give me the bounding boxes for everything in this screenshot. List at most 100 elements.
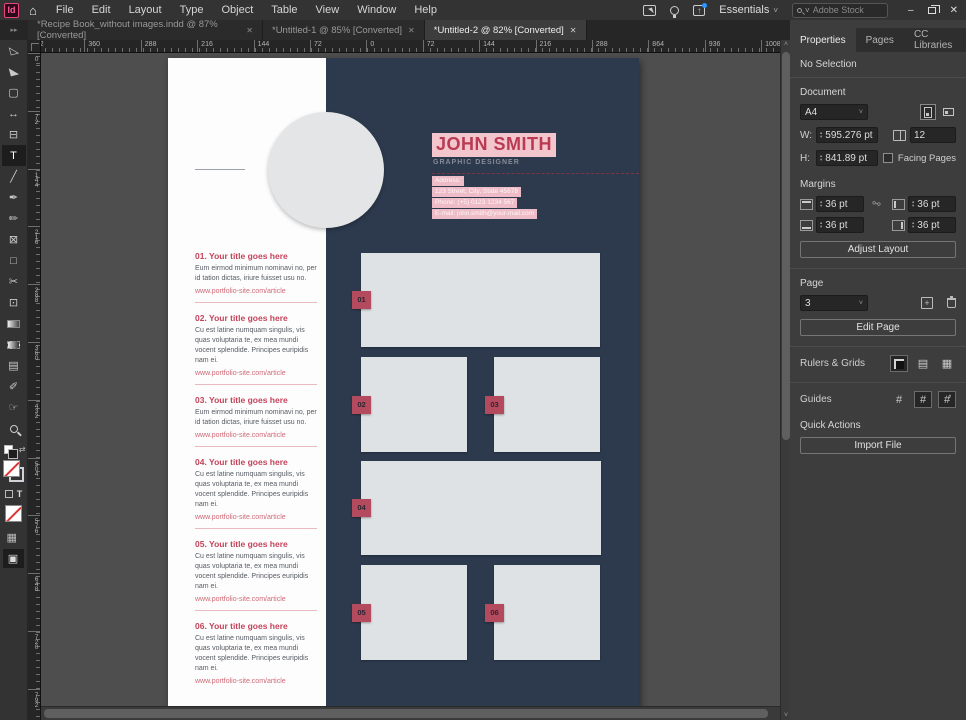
orientation-landscape-button[interactable] xyxy=(940,104,956,120)
menu-item[interactable]: View xyxy=(307,0,349,20)
eyedropper-tool[interactable]: ✐ xyxy=(3,376,25,397)
pen-tool[interactable]: ✒ xyxy=(3,187,25,208)
image-frame[interactable]: 02 xyxy=(361,357,467,452)
contact-block[interactable]: Address:123 Street, City, State 45678Pho… xyxy=(432,176,537,220)
panel-tab-pages[interactable]: Pages xyxy=(856,28,904,52)
edit-toolbar-icon[interactable]: ▦ xyxy=(7,531,17,544)
search-input[interactable] xyxy=(813,5,877,15)
image-placeholder-box[interactable] xyxy=(361,357,467,452)
pages-count-field[interactable]: 12 xyxy=(910,127,956,143)
link-margins-icon[interactable]: ⚯ xyxy=(871,198,882,211)
current-page-dropdown[interactable]: 3 ˅ xyxy=(800,295,868,311)
article-link[interactable]: www.portfolio-site.com/article xyxy=(195,288,319,295)
stepper-arrows-icon[interactable]: ▴▾ xyxy=(820,221,822,229)
contact-line[interactable]: Phone: (+5) 0123 1234 567 xyxy=(432,198,517,208)
profile-header[interactable]: JOHN SMITH GRAPHIC DESIGNER xyxy=(432,133,632,174)
article-title[interactable]: 04. Your title goes here xyxy=(195,457,319,467)
vertical-ruler[interactable]: 072144216288360432504576648720792 xyxy=(28,53,41,720)
article-title[interactable]: 03. Your title goes here xyxy=(195,395,319,405)
menu-item[interactable]: Type xyxy=(171,0,213,20)
menu-item[interactable]: Edit xyxy=(83,0,120,20)
frame-number-badge[interactable]: 03 xyxy=(485,396,504,414)
zoom-tool[interactable] xyxy=(3,418,25,439)
menu-item[interactable]: Object xyxy=(212,0,262,20)
article-title[interactable]: 01. Your title goes here xyxy=(195,251,319,261)
panel-tab-cc-libraries[interactable]: CC Libraries xyxy=(904,28,966,52)
gradient-swatch-tool[interactable] xyxy=(3,313,25,334)
stepper-arrows-icon[interactable]: ▴▾ xyxy=(820,154,822,162)
frame-number-badge[interactable]: 06 xyxy=(485,604,504,622)
image-frame[interactable]: 04 xyxy=(361,461,601,555)
frame-number-badge[interactable]: 04 xyxy=(352,499,371,517)
facing-pages-checkbox[interactable] xyxy=(883,153,893,163)
avatar-placeholder-circle[interactable] xyxy=(268,112,384,228)
article-title[interactable]: 02. Your title goes here xyxy=(195,313,319,323)
screen-mode-icon[interactable]: ▣ xyxy=(3,549,24,568)
margin-bottom-field[interactable]: ▴▾ 36 pt xyxy=(816,217,864,233)
stepper-arrows-icon[interactable]: ▴▾ xyxy=(820,131,822,139)
article-body[interactable]: Cu est latine numquam singulis, vis quas… xyxy=(195,552,319,592)
type-tool[interactable]: T xyxy=(2,145,26,166)
article-link[interactable]: www.portfolio-site.com/article xyxy=(195,514,319,521)
gap-tool[interactable]: ↔ xyxy=(3,103,25,124)
profile-name-text[interactable]: JOHN SMITH xyxy=(432,133,556,157)
horizontal-scrollbar[interactable] xyxy=(41,706,780,720)
restore-button[interactable] xyxy=(928,7,936,14)
home-icon[interactable]: ⌂ xyxy=(29,3,37,18)
panel-tab-properties[interactable]: Properties xyxy=(790,28,856,52)
margin-right-field[interactable]: ▴▾ 36 pt xyxy=(908,217,956,233)
image-frame[interactable]: 06 xyxy=(494,565,600,660)
pencil-tool[interactable]: ✏ xyxy=(3,208,25,229)
article-body[interactable]: Cu est latine numquam singulis, vis quas… xyxy=(195,634,319,674)
default-fill-stroke-icon[interactable] xyxy=(4,445,13,454)
free-transform-tool[interactable]: ⊡ xyxy=(3,292,25,313)
image-placeholder-box[interactable] xyxy=(494,565,600,660)
article-link[interactable]: www.portfolio-site.com/article xyxy=(195,432,319,439)
show-guides-icon[interactable]: # xyxy=(890,391,908,408)
content-collector-tool[interactable]: ⊟ xyxy=(3,124,25,145)
contact-line[interactable]: 123 Street, City, State 45678 xyxy=(432,187,521,197)
orientation-portrait-button[interactable] xyxy=(920,104,936,120)
touch-workspace-icon[interactable] xyxy=(643,5,656,16)
minimize-button[interactable]: – xyxy=(908,5,914,16)
page-size-dropdown[interactable]: A4 ˅ xyxy=(800,104,868,120)
height-field[interactable]: ▴▾ 841.89 pt xyxy=(816,150,878,166)
frame-number-badge[interactable]: 01 xyxy=(352,291,371,309)
margin-left-field[interactable]: ▴▾ 36 pt xyxy=(908,196,956,212)
tools-collapse-icon[interactable]: ▸▸ xyxy=(0,20,28,40)
article-item[interactable]: 01. Your title goes here Eum eirmod mini… xyxy=(195,251,319,303)
article-item[interactable]: 03. Your title goes here Eum eirmod mini… xyxy=(195,395,319,447)
article-title[interactable]: 05. Your title goes here xyxy=(195,539,319,549)
publish-share-icon[interactable]: ↑ xyxy=(693,5,705,16)
article-link[interactable]: www.portfolio-site.com/article xyxy=(195,370,319,377)
frame-number-badge[interactable]: 02 xyxy=(352,396,371,414)
horizontal-scroll-thumb[interactable] xyxy=(44,709,768,718)
menu-item[interactable]: File xyxy=(47,0,83,20)
image-placeholder-box[interactable] xyxy=(361,565,467,660)
margin-top-field[interactable]: ▴▾ 36 pt xyxy=(816,196,864,212)
hand-tool[interactable]: ☞ xyxy=(3,397,25,418)
fill-swatch-none[interactable] xyxy=(3,460,20,477)
delete-page-icon[interactable] xyxy=(947,298,956,308)
article-title[interactable]: 06. Your title goes here xyxy=(195,621,319,631)
stock-search-box[interactable]: ˅ xyxy=(792,3,888,18)
edit-page-button[interactable]: Edit Page xyxy=(800,319,956,336)
apply-none-swatch[interactable] xyxy=(5,505,22,522)
tab-untitled-2[interactable]: *Untitled-2 @ 82% [Converted] ✕ xyxy=(425,20,587,40)
rectangle-tool[interactable]: □ xyxy=(3,250,25,271)
menu-item[interactable]: Layout xyxy=(120,0,171,20)
image-frame[interactable]: 05 xyxy=(361,565,467,660)
article-body[interactable]: Eum eirmod minimum nominavi no, per id t… xyxy=(195,264,319,284)
page-tool[interactable]: ▢ xyxy=(3,82,25,103)
article-item[interactable]: 02. Your title goes here Cu est latine n… xyxy=(195,313,319,385)
menu-item[interactable]: Window xyxy=(348,0,405,20)
canvas-pasteboard[interactable]: JOHN SMITH GRAPHIC DESIGNER Address:123 … xyxy=(41,53,780,706)
horizontal-ruler[interactable]: 432360288216144720721442162888649361008 xyxy=(28,40,790,53)
close-button[interactable]: ✕ xyxy=(950,5,958,16)
article-item[interactable]: 06. Your title goes here Cu est latine n… xyxy=(195,621,319,685)
contact-line[interactable]: E-mail: john.smith@your-mail.com xyxy=(432,209,537,219)
adjust-layout-button[interactable]: Adjust Layout xyxy=(800,241,956,258)
new-features-icon[interactable] xyxy=(670,6,679,15)
tab-close-icon[interactable]: ✕ xyxy=(246,26,253,35)
swap-fill-stroke-icon[interactable]: ⇄ xyxy=(19,445,26,454)
